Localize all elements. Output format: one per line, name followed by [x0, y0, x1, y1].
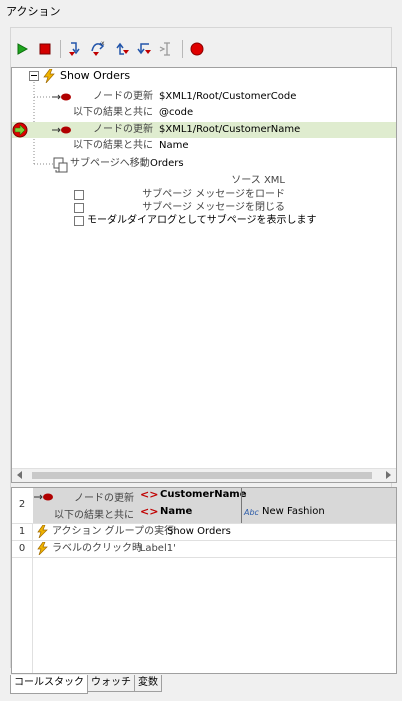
step-into-icon: [66, 40, 84, 58]
stack-action-value: Show Orders: [167, 526, 231, 537]
tree-row-with-result[interactable]: 以下の結果と共に Name: [12, 138, 396, 154]
step-out-icon: [112, 40, 130, 58]
cursor-icon: [158, 40, 176, 58]
tree-row-with-result[interactable]: 以下の結果と共に @code: [12, 105, 396, 121]
action-group-name: Show Orders: [60, 69, 131, 82]
action-tree-pane[interactable]: Show Orders ノードの更新 $XML1/Root/CustomerCo…: [11, 67, 397, 483]
stack-action-label: アクション グループの実行: [52, 526, 175, 537]
modal-dialog-label: モーダルダイアログとしてサブページを表示します: [87, 215, 317, 226]
update-node-label: ノードの更新: [93, 124, 153, 135]
stack-index: 1: [18, 526, 26, 537]
call-stack-row[interactable]: 2 ノードの更新 <> CustomerName 以下の結果と共に <> Nam…: [12, 488, 396, 524]
stack-event-label: ラベルのクリック時: [52, 543, 142, 554]
with-result-label: 以下の結果と共に: [73, 140, 153, 151]
run-to-cursor-button[interactable]: [157, 39, 177, 59]
step-back-icon: [135, 40, 153, 58]
index-column-divider: [32, 524, 33, 673]
tree-row-goto-subpage[interactable]: サブページへ移動 Orders: [12, 156, 396, 173]
step-back-button[interactable]: [134, 39, 154, 59]
step-out-button[interactable]: [111, 39, 131, 59]
tab-watch[interactable]: ウォッチ: [87, 675, 135, 692]
bottom-tabs: コールスタック ウォッチ 変数: [10, 675, 162, 694]
breakpoint-icon: [190, 42, 204, 56]
play-icon: [16, 43, 28, 55]
tree-row-update-node[interactable]: ノードの更新 $XML1/Root/CustomerCode: [12, 89, 396, 105]
column-divider: [241, 488, 242, 523]
with-result-label: 以下の結果と共に: [73, 107, 153, 118]
step-over-icon: x: [89, 40, 107, 58]
scroll-left-arrow-icon[interactable]: [17, 471, 22, 479]
step-into-button[interactable]: [65, 39, 85, 59]
stack-with-result-label: 以下の結果と共に: [54, 510, 134, 521]
panel-title: アクション: [6, 5, 61, 18]
stack-result-string: New Fashion: [262, 506, 325, 517]
goto-subpage-value: Orders: [150, 158, 184, 169]
with-result-value: @code: [159, 107, 194, 118]
xml-node-icon: <>: [140, 505, 159, 518]
stack-with-result-value: Name: [160, 506, 193, 517]
stack-update-value: CustomerName: [160, 489, 247, 500]
horizontal-scrollbar[interactable]: [12, 468, 396, 482]
toolbar-separator: [60, 40, 61, 58]
tab-variables[interactable]: 変数: [134, 675, 162, 692]
scrollbar-thumb[interactable]: [32, 472, 372, 479]
stack-update-label: ノードの更新: [74, 493, 134, 504]
stop-icon: [39, 43, 51, 55]
collapse-toggle[interactable]: [29, 71, 39, 81]
with-result-value: Name: [159, 140, 189, 151]
update-node-target: $XML1/Root/CustomerCode: [159, 91, 297, 102]
tree-row-update-node-current[interactable]: ノードの更新 $XML1/Root/CustomerName: [12, 122, 396, 138]
stack-event-value: 'Label1': [137, 543, 176, 554]
tree-root-row[interactable]: Show Orders: [12, 68, 396, 84]
svg-text:x: x: [101, 40, 105, 47]
lightning-icon: [43, 68, 55, 89]
step-over-button[interactable]: x: [88, 39, 108, 59]
debug-toolbar: x: [12, 37, 210, 61]
string-type-icon: Abc: [244, 508, 259, 517]
call-stack-row[interactable]: 0 ラベルのクリック時 'Label1': [12, 541, 396, 558]
modal-dialog-checkbox[interactable]: [74, 216, 84, 226]
stop-button[interactable]: [35, 39, 55, 59]
toolbar-separator: [182, 40, 183, 58]
update-node-target: $XML1/Root/CustomerName: [159, 124, 301, 135]
call-stack-row[interactable]: 1 アクション グループの実行 Show Orders: [12, 524, 396, 541]
tab-call-stack[interactable]: コールスタック: [10, 675, 88, 694]
toggle-breakpoint-button[interactable]: [187, 39, 207, 59]
scroll-right-arrow-icon[interactable]: [386, 471, 391, 479]
update-node-label: ノードの更新: [93, 91, 153, 102]
lightning-icon: [37, 541, 48, 561]
run-button[interactable]: [12, 39, 32, 59]
goto-subpage-label: サブページへ移動: [70, 158, 150, 169]
stack-index: 0: [18, 543, 26, 554]
xml-node-icon: <>: [140, 488, 159, 501]
call-stack-pane[interactable]: 2 ノードの更新 <> CustomerName 以下の結果と共に <> Nam…: [11, 487, 397, 674]
